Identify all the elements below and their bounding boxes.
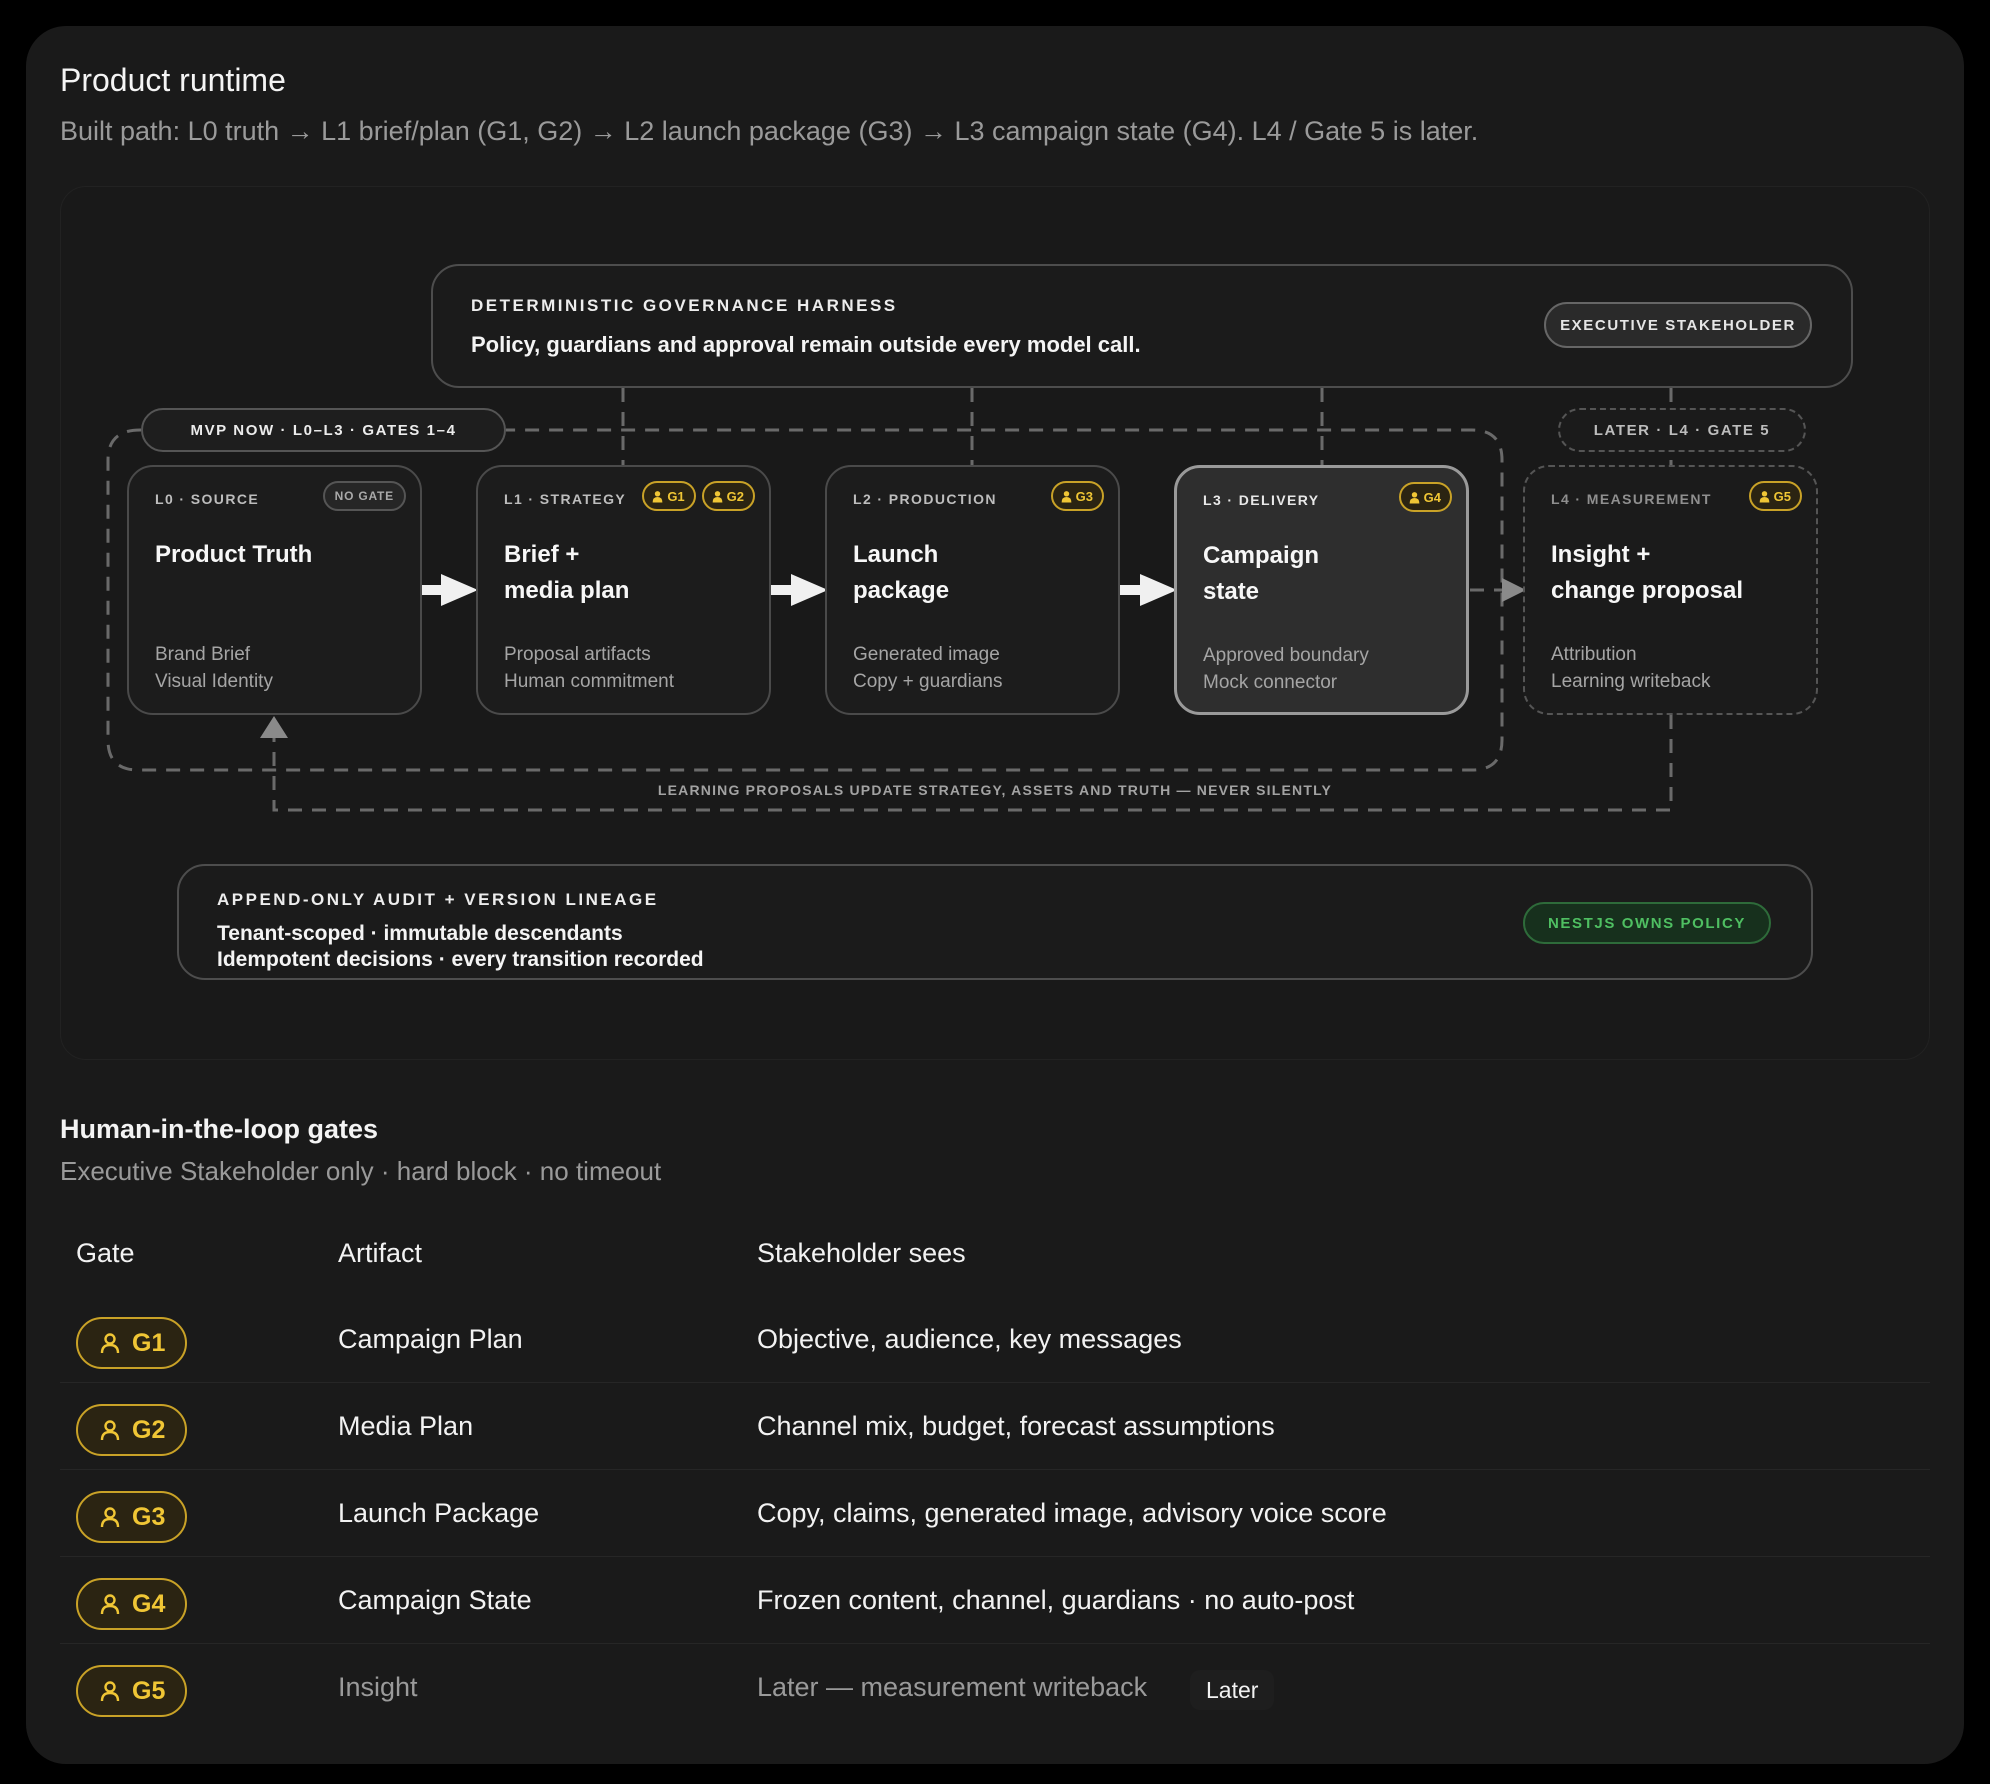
harness-caption: DETERMINISTIC GOVERNANCE HARNESS — [471, 296, 898, 315]
harness-text: Policy, guardians and approval remain ou… — [471, 332, 1141, 357]
person-icon — [1061, 490, 1072, 502]
stage-level: L0 · SOURCE — [155, 491, 260, 507]
stage-name: Campaign state — [1203, 542, 1320, 605]
column-header-sees: Stakeholder sees — [757, 1238, 966, 1268]
mvp-scope-label: MVP NOW · L0–L3 · GATES 1–4 — [141, 408, 506, 452]
person-icon — [100, 1333, 120, 1354]
gate-pill-g3: G3 — [76, 1491, 188, 1543]
arrow-up-icon — [260, 716, 288, 738]
artifact-cell: Launch Package — [338, 1498, 540, 1528]
sees-cell: Objective, audience, key messages — [757, 1324, 1182, 1354]
arrow-right-icon — [1140, 574, 1177, 606]
gate-pill-g4: G4 — [76, 1578, 188, 1630]
gate-badge-g2: G2 — [701, 481, 755, 511]
gate-badge-g1: G1 — [642, 481, 696, 511]
table-row: G4 Campaign State Frozen content, channe… — [60, 1557, 1930, 1644]
audit-line-2: Idempotent decisions · every transition … — [217, 948, 704, 971]
person-icon — [1759, 490, 1770, 502]
table-row: G2 Media Plan Channel mix, budget, forec… — [60, 1383, 1930, 1470]
column-header-gate: Gate — [76, 1238, 135, 1268]
audit-line-1: Tenant-scoped · immutable descendants — [217, 922, 623, 945]
person-icon — [100, 1507, 120, 1528]
arrow-right-icon — [441, 574, 478, 606]
stage-desc: Attribution Learning writeback — [1551, 644, 1711, 692]
person-icon — [1409, 491, 1420, 503]
gates-section-subtitle: Executive Stakeholder only · hard block … — [60, 1156, 662, 1186]
person-icon — [100, 1420, 120, 1441]
stage-level: L3 · DELIVERY — [1203, 492, 1320, 508]
no-gate-badge: NO GATE — [322, 481, 406, 511]
stage-card-l2[interactable]: L2 · PRODUCTION G3 Launch package Genera… — [825, 465, 1120, 715]
person-icon — [652, 490, 663, 502]
stage-level: L1 · STRATEGY — [504, 491, 627, 507]
sees-cell: Later — measurement writeback — [757, 1672, 1148, 1702]
stage-card-l3[interactable]: L3 · DELIVERY G4 Campaign state Approved… — [1174, 465, 1469, 715]
stage-card-l1[interactable]: L1 · STRATEGY G1 G2 Brief + media plan P… — [476, 465, 771, 715]
stage-name: Launch package — [853, 541, 950, 604]
nestjs-policy-badge: NESTJS OWNS POLICY — [1523, 902, 1771, 944]
gates-section-title: Human-in-the-loop gates — [60, 1114, 378, 1144]
gate-pill-g5: G5 — [76, 1665, 188, 1717]
later-scope-label: LATER · L4 · GATE 5 — [1558, 408, 1806, 452]
artifact-cell: Insight — [338, 1672, 418, 1702]
gate-badge-g4: G4 — [1398, 482, 1452, 512]
table-row: G1 Campaign Plan Objective, audience, ke… — [60, 1296, 1930, 1383]
stage-card-l0[interactable]: L0 · SOURCE NO GATE Product Truth Brand … — [127, 465, 422, 715]
later-tag: Later — [1190, 1670, 1275, 1710]
artifact-cell: Campaign State — [338, 1585, 532, 1615]
stage-card-l4[interactable]: L4 · MEASUREMENT G5 Insight + change pro… — [1523, 465, 1818, 715]
artifact-cell: Media Plan — [338, 1411, 474, 1441]
sees-cell: Channel mix, budget, forecast assumption… — [757, 1411, 1275, 1441]
gate-pill-g2: G2 — [76, 1404, 188, 1456]
artifact-cell: Campaign Plan — [338, 1324, 523, 1354]
stage-desc: Generated image Copy + guardians — [853, 644, 1003, 692]
executive-stakeholder-badge: EXECUTIVE STAKEHOLDER — [1544, 302, 1812, 348]
feedback-label: LEARNING PROPOSALS UPDATE STRATEGY, ASSE… — [657, 782, 1333, 798]
gate-pill-g1: G1 — [76, 1317, 188, 1369]
stage-desc: Proposal artifacts Human commitment — [504, 644, 674, 692]
stage-name: Brief + media plan — [504, 541, 630, 604]
arrow-right-icon — [791, 574, 828, 606]
stage-level: L4 · MEASUREMENT — [1551, 491, 1712, 507]
audit-lineage-box: APPEND-ONLY AUDIT + VERSION LINEAGE Tena… — [177, 864, 1813, 980]
sees-cell: Copy, claims, generated image, advisory … — [757, 1498, 1387, 1528]
person-icon — [100, 1594, 120, 1615]
gate-badge-g3: G3 — [1050, 481, 1104, 511]
stage-name: Insight + change proposal — [1551, 541, 1744, 604]
governance-harness: DETERMINISTIC GOVERNANCE HARNESS Policy,… — [431, 264, 1853, 388]
gate-badge-g5: G5 — [1748, 481, 1802, 511]
sees-cell: Frozen content, channel, guardians · no … — [757, 1585, 1355, 1615]
stage-desc: Approved boundary Mock connector — [1203, 645, 1369, 693]
column-header-artifact: Artifact — [338, 1238, 423, 1268]
stage-name: Product Truth — [155, 541, 313, 568]
audit-caption: APPEND-ONLY AUDIT + VERSION LINEAGE — [217, 890, 659, 909]
stage-desc: Brand Brief Visual Identity — [155, 644, 273, 692]
person-icon — [712, 490, 723, 502]
person-icon — [100, 1681, 120, 1702]
stage-level: L2 · PRODUCTION — [853, 491, 997, 507]
table-row: G3 Launch Package Copy, claims, generate… — [60, 1470, 1930, 1557]
table-row: G5 Insight Later — measurement writeback… — [60, 1644, 1930, 1731]
